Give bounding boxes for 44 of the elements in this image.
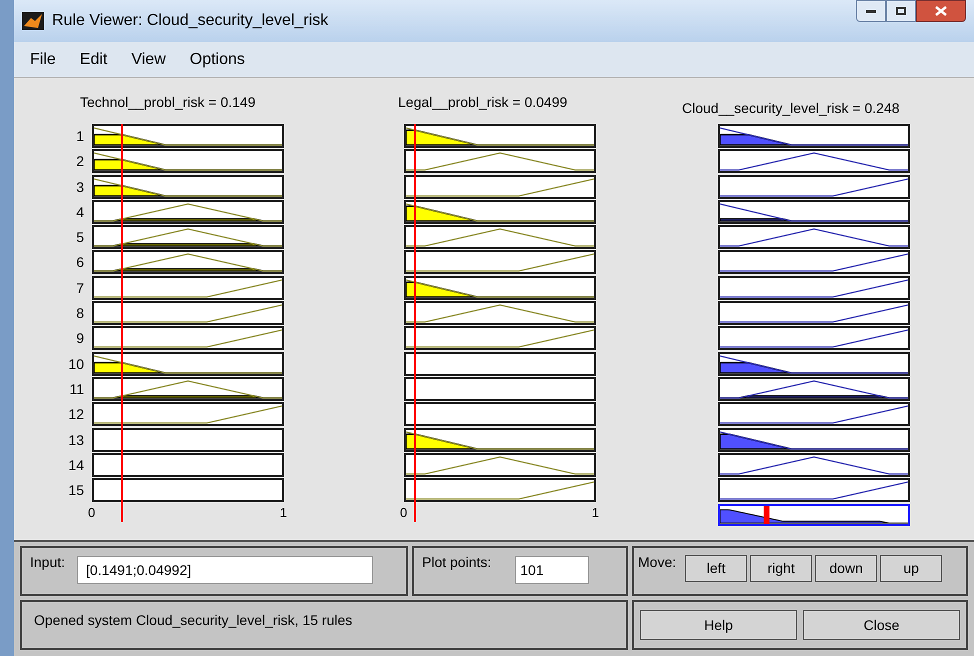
dialog-button[interactable]: Close <box>803 610 960 640</box>
rule-number: 2 <box>75 152 84 172</box>
dialog-button[interactable]: Help <box>640 610 797 640</box>
move-button[interactable]: down <box>815 555 878 582</box>
rule-number: 6 <box>75 253 84 272</box>
rule-number: 10 <box>67 354 84 374</box>
axis-label: 0 <box>88 504 96 522</box>
rule-number: 4 <box>75 202 84 222</box>
app-logo-icon <box>22 12 44 30</box>
menu-item[interactable]: View <box>123 48 174 72</box>
input-field[interactable]: [0.1491;0.04992] <box>77 556 374 584</box>
axis-label: 1 <box>592 504 599 522</box>
rule-number: 7 <box>75 278 84 298</box>
maximize-button[interactable] <box>886 0 916 22</box>
move-label: Move: <box>638 553 676 572</box>
window-title: Rule Viewer: Cloud_security_level_risk <box>52 11 328 31</box>
input-label: Input: <box>30 553 66 572</box>
rule-number: 3 <box>75 178 84 197</box>
rule-number: 5 <box>75 228 84 248</box>
variable-title: Technol__probl_risk = 0.149 <box>80 93 256 112</box>
rule-number: 1 <box>75 127 84 146</box>
close-icon <box>935 6 947 16</box>
move-button[interactable]: up <box>880 555 942 582</box>
rule-number: 11 <box>68 380 84 399</box>
close-button[interactable] <box>916 0 966 22</box>
rule-number: 12 <box>67 405 84 424</box>
axis-label: 1 <box>280 504 287 522</box>
rule-number: 8 <box>75 304 84 324</box>
menu-item[interactable]: Edit <box>72 48 116 72</box>
move-button[interactable]: left <box>685 555 748 582</box>
menu-item[interactable]: File <box>22 48 64 72</box>
rule-number: 13 <box>67 430 84 450</box>
minimize-button[interactable] <box>856 0 886 22</box>
rule-number: 14 <box>67 456 84 475</box>
variable-title: Legal__probl_risk = 0.0499 <box>398 93 568 112</box>
variable-title: Cloud__security_level_risk = 0.248 <box>682 99 900 118</box>
axis-label: 0 <box>400 504 408 522</box>
plot-points-field[interactable]: 101 <box>515 556 590 584</box>
status-message: Opened system Cloud_security_level_risk, 15 rules <box>34 611 352 630</box>
rule-number: 15 <box>67 481 84 500</box>
move-button[interactable]: right <box>750 555 812 582</box>
menu-item[interactable]: Options <box>182 48 253 72</box>
plot-points-label: Plot points: <box>422 553 492 572</box>
rule-number: 9 <box>75 329 84 348</box>
